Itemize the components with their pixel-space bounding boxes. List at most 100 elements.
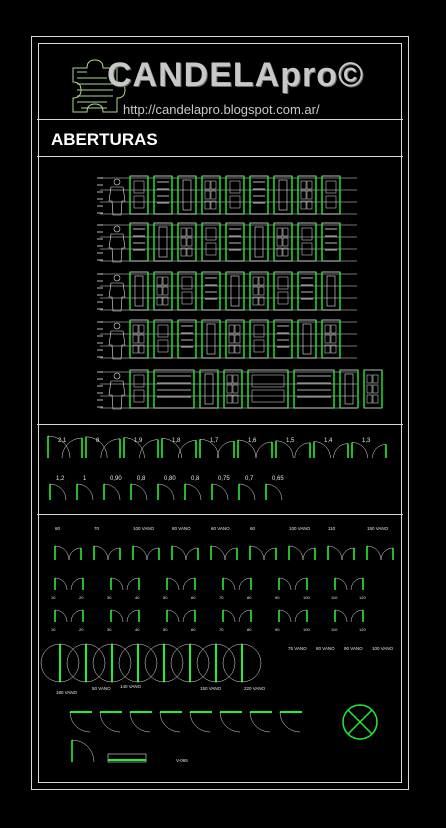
sliding-arc: [279, 711, 301, 733]
door-elevation: [297, 222, 317, 262]
window-swing-symbol-arc: [238, 577, 252, 591]
window-dimension-label: 90: [275, 595, 280, 600]
window-swing-symbol-arc: [126, 609, 140, 623]
window-swing-symbol-arc: [350, 609, 364, 623]
door-panel: [330, 324, 337, 334]
window-swing-symbol-arc: [54, 609, 68, 623]
door-panel: [186, 227, 193, 237]
window-swing-symbol-arc: [54, 545, 70, 561]
double-door-arc: [222, 643, 243, 683]
door-panel: [133, 180, 145, 194]
door-panel: [226, 384, 233, 394]
window-swing-symbol-arc: [146, 547, 160, 561]
window-dimension-label: 60: [55, 526, 61, 531]
door-panel: [258, 286, 265, 296]
window-swing-symbol-arc: [68, 547, 82, 561]
window-dimension-label: 60: [191, 627, 196, 632]
door-panel: [232, 374, 239, 384]
window-swing-symbol-arc: [182, 577, 196, 591]
human-figure-body: [108, 186, 126, 216]
window-swing-symbol-arc: [350, 577, 364, 591]
window-swing-symbol-arc: [222, 577, 236, 591]
window-dimension-label: 70: [219, 627, 224, 632]
swing-door-symbol-arc: [76, 483, 94, 501]
window-dimension-label: 70: [94, 526, 100, 531]
double-door-arc: [66, 643, 87, 683]
sliding-arc: [159, 711, 181, 733]
window-swing-symbol-arc: [93, 545, 109, 561]
window-swing-symbol-arc: [380, 547, 394, 561]
window-dimension-label: 50: [163, 595, 168, 600]
human-figure-body: [108, 282, 126, 312]
window-dimension-label: 150 VANO: [367, 526, 389, 531]
window-dimension-label: 60 VANO: [211, 526, 230, 531]
window-swing-symbol-arc: [366, 545, 382, 561]
door-panel: [234, 324, 241, 334]
window-swing-symbol-arc: [263, 547, 277, 561]
window-dimension-label: 40: [135, 595, 140, 600]
double-door-arc: [215, 643, 236, 683]
double-door-arc: [111, 643, 132, 683]
window-swing-symbol-arc: [107, 547, 121, 561]
swing-dimension-label: 2,1: [58, 438, 67, 444]
window-dimension-label: 100 VANO: [133, 526, 155, 531]
door-window-blocks: 2,1 8 1,9 1,8 1,7 1,6 1,5 1,4 1,31,2 1 0,90 0,8 0,80…: [40, 175, 394, 763]
swing-door-symbol-arc: [333, 443, 349, 459]
door-elevation: [249, 319, 269, 359]
double-door-arc: [170, 643, 191, 683]
double-door-arc: [40, 643, 61, 683]
window-swing-symbol-arc: [288, 545, 304, 561]
window-swing-symbol-arc: [126, 577, 140, 591]
window-swing-symbol-arc: [224, 547, 238, 561]
door-panel: [204, 190, 211, 200]
swing-door-symbol-arc: [216, 440, 235, 459]
swing-dimension-label: 1,7: [210, 438, 219, 444]
door-panel: [204, 373, 214, 405]
swing-door-symbol-arc: [211, 483, 229, 501]
door-panel: [132, 334, 139, 344]
door-elevation: [321, 271, 341, 311]
door-panel: [251, 374, 285, 388]
door-elevation: [247, 369, 289, 409]
door-panel: [204, 180, 211, 190]
door-panel: [181, 276, 193, 290]
double-door-arc: [241, 643, 262, 683]
swing-dimension-label: 1,5: [286, 438, 295, 444]
door-panel: [228, 334, 235, 344]
window-dimension-label: 10: [51, 627, 56, 632]
door-panel: [372, 384, 379, 394]
door-panel: [156, 286, 163, 296]
sliding-dimension-label: 80 VANO: [316, 646, 335, 651]
door-panel: [282, 227, 289, 237]
door-elevation: [129, 369, 149, 409]
double-door-arc: [137, 643, 158, 683]
window-dimension-label: 40: [135, 627, 140, 632]
swing-door-symbol-arc: [184, 483, 202, 501]
door-panel: [372, 394, 379, 404]
door-elevation: [201, 222, 221, 262]
swing-door-symbol-arc: [265, 483, 283, 501]
door-panel: [278, 179, 288, 211]
double-door-arc: [85, 643, 106, 683]
swing-dimension-label: 1,3: [362, 438, 371, 444]
window-swing-symbol-arc: [341, 547, 355, 561]
window-dimension-label: 20: [79, 627, 84, 632]
door-elevation: [199, 369, 219, 409]
window-swing-symbol-arc: [249, 545, 265, 561]
door-panel: [138, 334, 145, 344]
window-swing-symbol-arc: [185, 547, 199, 561]
bottom-dimension-label: 150 VANO: [200, 686, 222, 691]
door-elevation: [321, 175, 341, 215]
window-swing-symbol-arc: [166, 577, 180, 591]
swing-dimension-label: 1,8: [172, 438, 181, 444]
door-panel: [158, 226, 168, 258]
door-panel: [330, 334, 337, 344]
window-swing-symbol-arc: [334, 609, 348, 623]
double-door-arc: [92, 643, 113, 683]
window-swing-symbol-arc: [54, 577, 68, 591]
door-panel: [282, 237, 289, 247]
door-panel: [301, 227, 313, 241]
window-dimension-label: 100: [303, 627, 310, 632]
window-swing-symbol-arc: [278, 609, 292, 623]
window-dimension-label: 80 VANO: [172, 526, 191, 531]
